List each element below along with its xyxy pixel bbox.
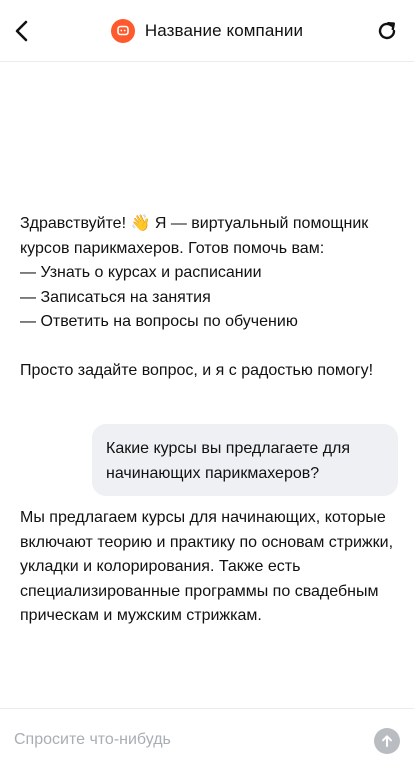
message-input[interactable] bbox=[14, 727, 354, 753]
arrow-up-icon bbox=[382, 735, 392, 747]
chat-logo-icon bbox=[110, 18, 135, 43]
assistant-message: Мы предлагаем курсы для начинающих, кото… bbox=[20, 509, 394, 624]
send-button[interactable] bbox=[374, 728, 400, 754]
refresh-button[interactable] bbox=[374, 18, 400, 44]
chat-thread[interactable]: Здравствуйте! 👋 Я — виртуальный помощник… bbox=[0, 62, 414, 708]
composer bbox=[0, 708, 414, 770]
header: Название компании bbox=[0, 0, 414, 62]
chevron-left-icon bbox=[15, 20, 28, 42]
user-message: Какие курсы вы предлагаете для начинающи… bbox=[92, 424, 398, 496]
page-title: Название компании bbox=[144, 20, 304, 40]
chat-app: Название компании Здравствуйте! 👋 Я — ви… bbox=[0, 0, 414, 770]
header-title-group: Название компании bbox=[110, 18, 304, 43]
back-button[interactable] bbox=[8, 16, 36, 46]
assistant-message: Здравствуйте! 👋 Я — виртуальный помощник… bbox=[20, 215, 374, 379]
refresh-icon bbox=[378, 22, 396, 40]
